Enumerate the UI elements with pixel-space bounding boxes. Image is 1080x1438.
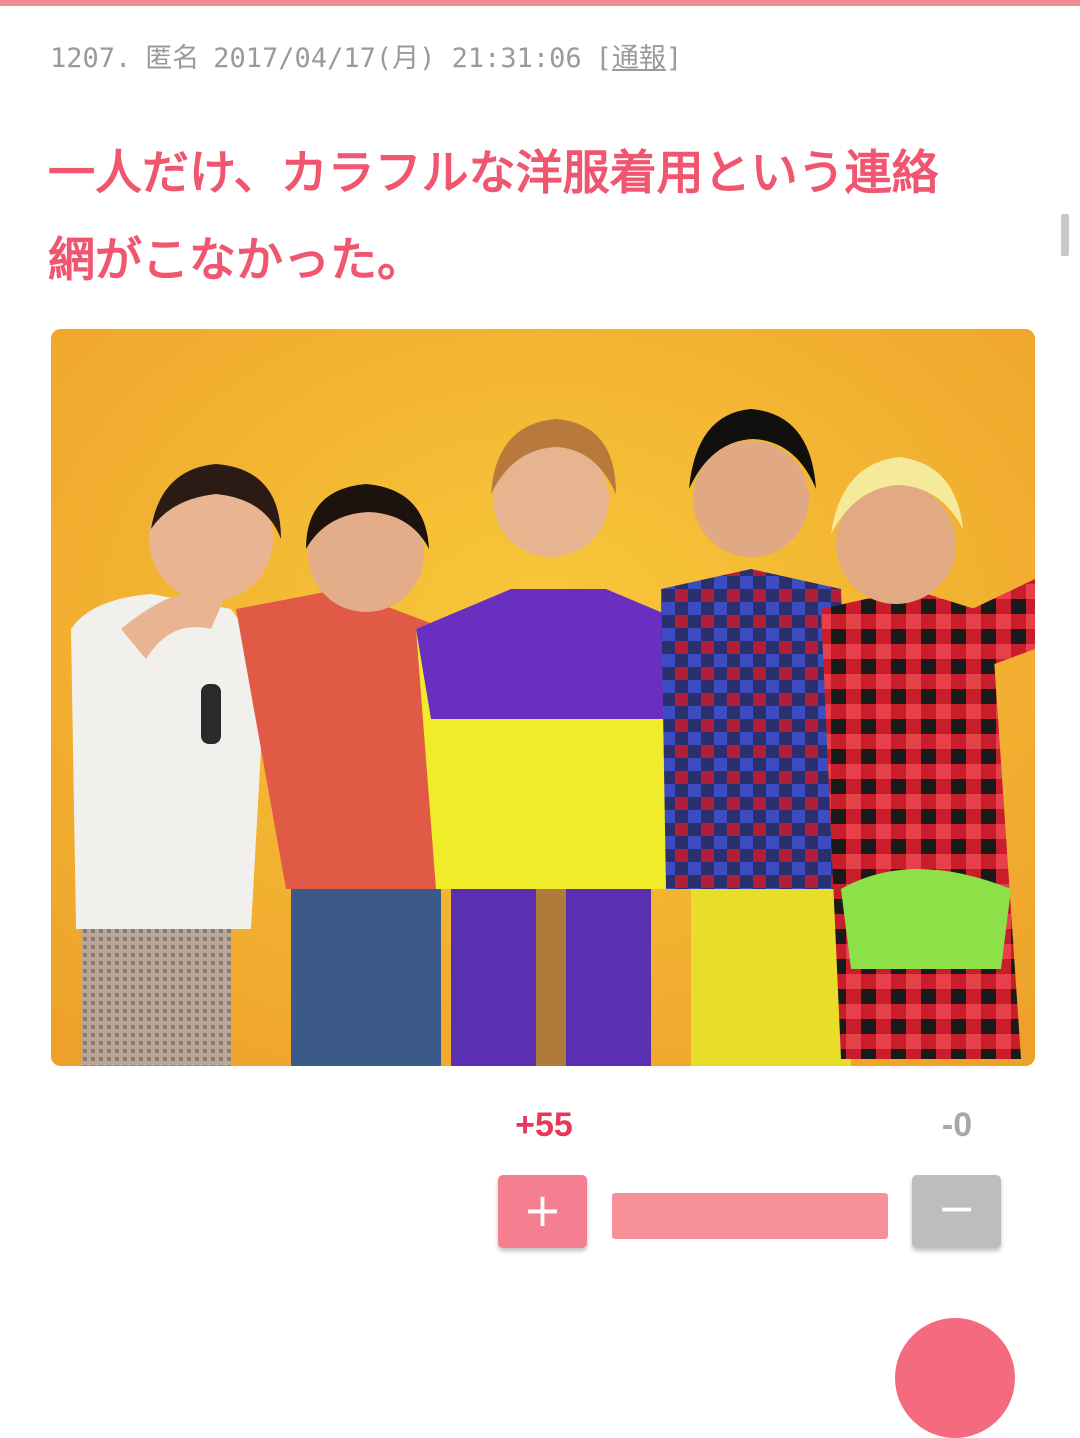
comment-meta: 1207. 匿名 2017/04/17(月) 21:31:06 [通報] xyxy=(50,36,682,75)
photo-illustration xyxy=(51,329,1035,1066)
comment-body-line-2: 網がこなかった。 xyxy=(48,233,424,288)
plus-vote-button[interactable]: + xyxy=(498,1175,587,1248)
comment-photo[interactable] xyxy=(51,329,1035,1066)
report-link[interactable]: 通報 xyxy=(612,43,666,74)
vote-ratio-bar xyxy=(612,1193,888,1239)
scrollbar-thumb[interactable] xyxy=(1061,214,1069,256)
top-accent-bar xyxy=(0,0,1080,6)
plus-vote-count: +55 xyxy=(515,1106,573,1144)
report-bracket-open: [ xyxy=(595,43,612,74)
report-bracket-close: ] xyxy=(665,43,683,74)
minus-vote-count: -0 xyxy=(941,1106,973,1144)
vote-ratio-fill xyxy=(612,1193,888,1239)
comment-datetime: 2017/04/17(月) 21:31:06 xyxy=(213,43,582,74)
floating-action-button[interactable] xyxy=(895,1318,1015,1438)
minus-vote-button[interactable]: − xyxy=(912,1175,1001,1248)
comment-number: 1207. xyxy=(50,43,132,74)
comment-body: 一人だけ、カラフルな洋服着用という連絡 網がこなかった。 xyxy=(48,130,1033,304)
comment-author: 匿名 xyxy=(145,43,200,74)
comment-body-line-1: 一人だけ、カラフルな洋服着用という連絡 xyxy=(48,146,939,201)
